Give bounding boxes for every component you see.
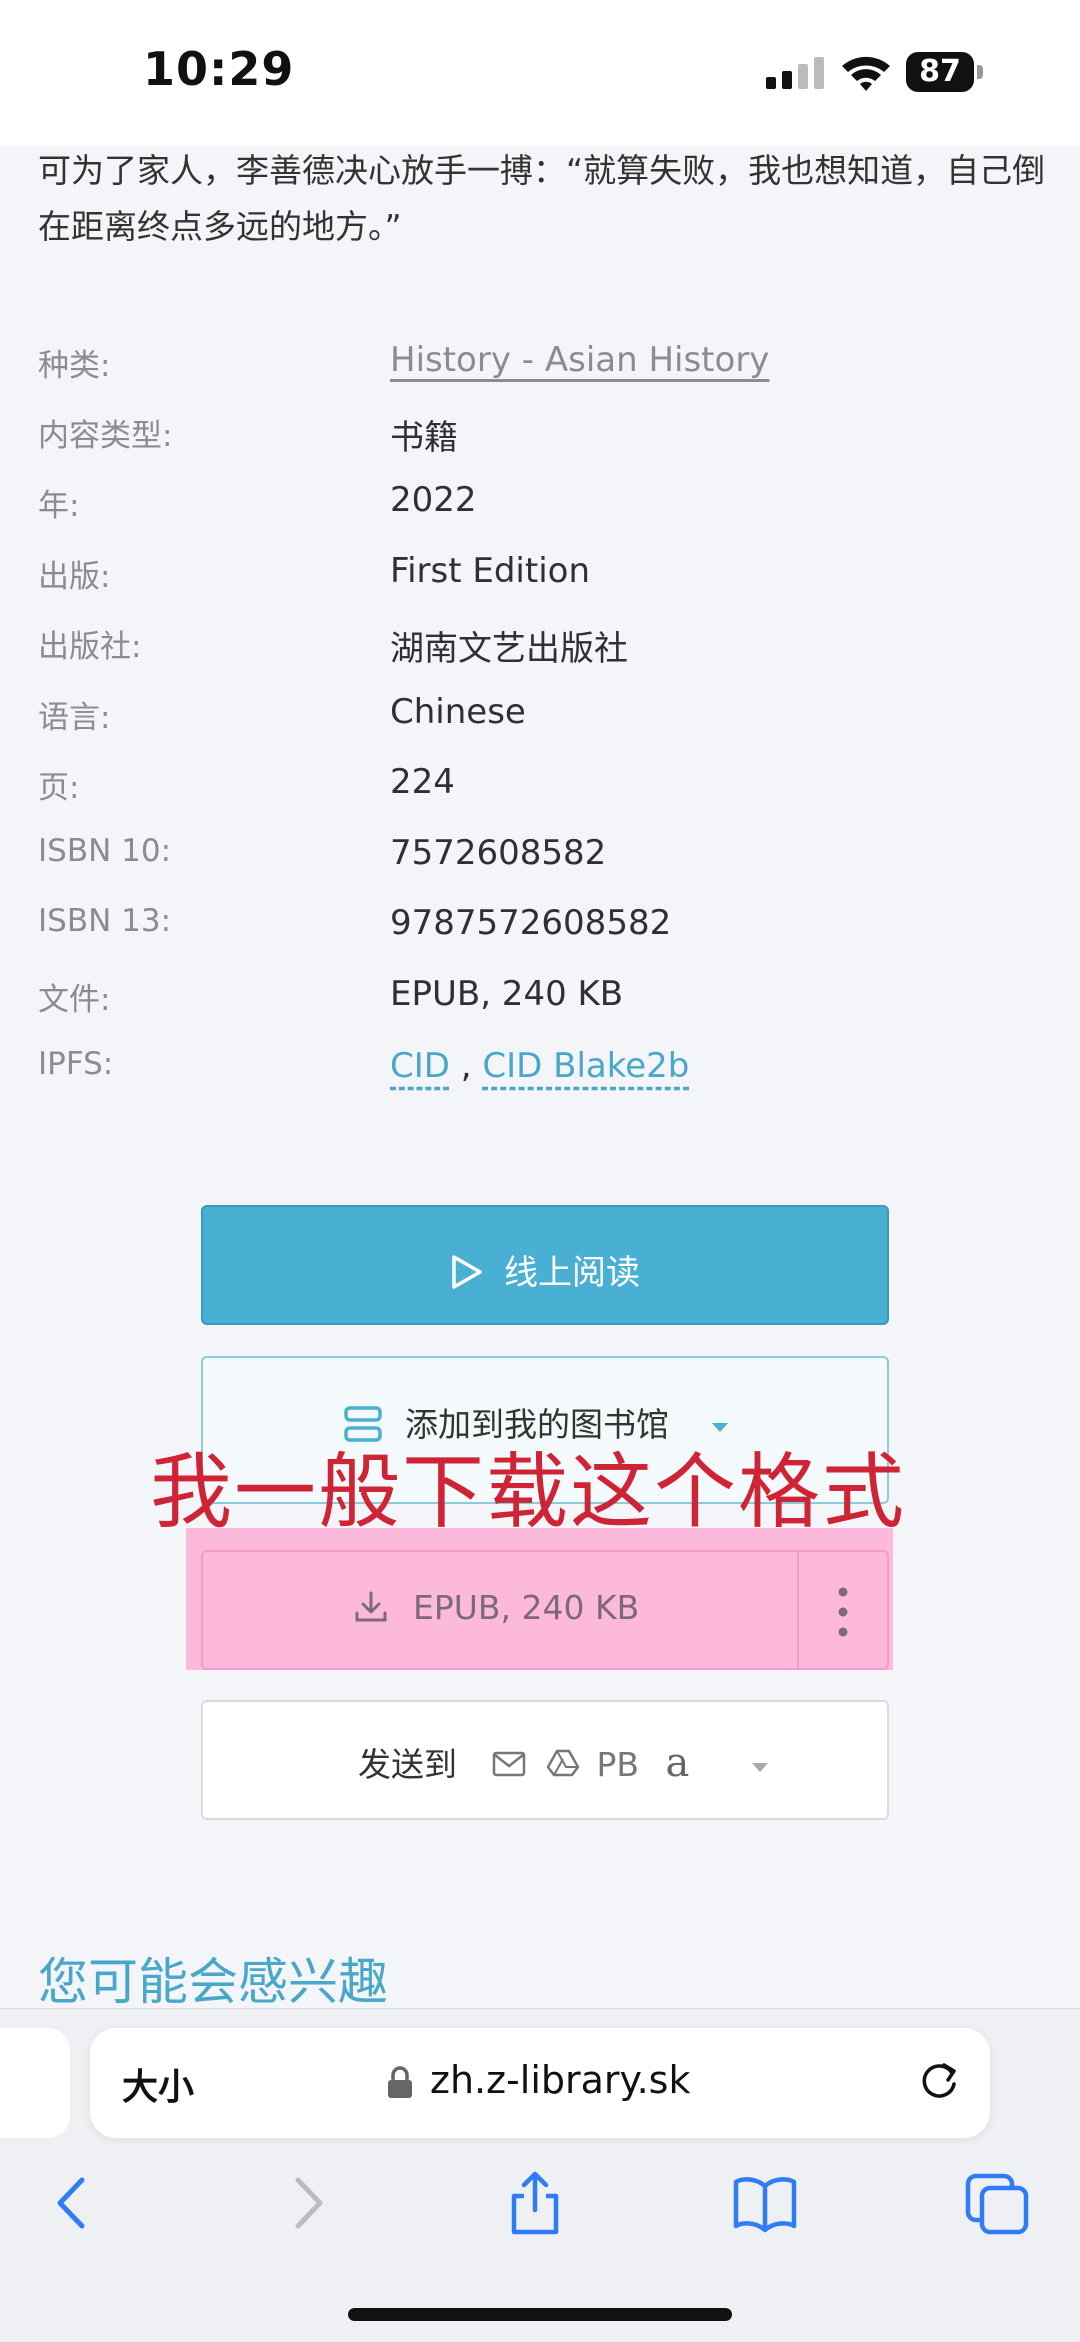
detail-value: 9787572608582 (390, 903, 672, 943)
detail-label: 种类: (38, 348, 111, 384)
send-to-content: 发送到 PB a (358, 1738, 770, 1786)
more-options-icon[interactable] (833, 1582, 853, 1642)
home-indicator (348, 2308, 732, 2321)
download-content: EPUB, 240 KB (353, 1588, 639, 1627)
download-icon (355, 1591, 387, 1622)
detail-value: 7572608582 (390, 833, 607, 873)
detail-row-file: 文件: EPUB, 240 KB (38, 974, 1048, 1034)
detail-label: ISBN 13: (38, 903, 172, 939)
url-text[interactable]: zh.z-library.sk (430, 2058, 691, 2102)
forward-icon[interactable] (272, 2170, 342, 2236)
address-bar[interactable]: 大小 zh.z-library.sk (90, 2028, 990, 2138)
detail-label: 年: (38, 488, 80, 524)
email-icon (492, 1751, 525, 1777)
book-description: 可为了家人，李善德决心放手一搏：“就算失败，我也想知道，自己倒在距离终点多远的地… (38, 151, 1046, 246)
detail-label: 语言: (38, 700, 111, 736)
detail-row-language: 语言: Chinese (38, 692, 1048, 752)
detail-row-category: 种类: History - Asian History (38, 340, 1048, 400)
cellular-signal-icon (766, 57, 824, 89)
google-drive-icon (546, 1749, 580, 1777)
status-bar: 10:29 87 (0, 0, 1080, 146)
detail-row-pages: 页: 224 (38, 762, 1048, 822)
battery-cap (977, 65, 983, 79)
cid-blake2b-link[interactable]: CID Blake2b (482, 1046, 689, 1086)
amazon-kindle-icon: a (665, 1740, 690, 1786)
bookmarks-icon[interactable] (730, 2170, 800, 2236)
detail-value: 2022 (390, 480, 477, 520)
chevron-down-icon (751, 1763, 768, 1772)
category-link[interactable]: History - Asian History (390, 340, 769, 380)
read-online-label: 线上阅读 (504, 1253, 640, 1293)
detail-row-isbn13: ISBN 13: 9787572608582 (38, 903, 1048, 963)
previous-tab-preview[interactable] (0, 2028, 70, 2138)
detail-value: EPUB, 240 KB (390, 974, 624, 1014)
detail-label: ISBN 10: (38, 833, 172, 869)
send-to-button[interactable]: 发送到 PB a (201, 1700, 889, 1820)
detail-label: 内容类型: (38, 418, 173, 454)
detail-label: IPFS: (38, 1046, 114, 1082)
lock-icon (388, 2066, 412, 2098)
send-to-label: 发送到 (358, 1745, 457, 1784)
link-separator: , (449, 1046, 483, 1086)
read-online-content: 线上阅读 (203, 1245, 887, 1294)
section-title: 您可能会感兴趣 (38, 1953, 388, 2011)
ipfs-links: CID , CID Blake2b (390, 1046, 689, 1086)
detail-label: 出版社: (38, 629, 142, 665)
detail-value: Chinese (390, 692, 526, 732)
detail-label: 页: (38, 770, 80, 806)
detail-row-isbn10: ISBN 10: 7572608582 (38, 833, 1048, 893)
detail-value: 湖南文艺出版社 (390, 629, 628, 669)
detail-row-edition: 出版: First Edition (38, 551, 1048, 611)
share-icon[interactable] (500, 2170, 570, 2236)
text-size-button[interactable]: 大小 (122, 2058, 194, 2110)
detail-row-year: 年: 2022 (38, 480, 1048, 540)
detail-row-content-type: 内容类型: 书籍 (38, 410, 1048, 470)
wifi-icon (842, 56, 890, 91)
battery-icon: 87 (906, 52, 984, 92)
detail-value: 224 (390, 762, 455, 802)
reload-icon[interactable] (914, 2056, 964, 2106)
detail-label: 文件: (38, 982, 111, 1018)
divider (797, 1552, 799, 1668)
back-icon[interactable] (38, 2170, 108, 2236)
status-time: 10:29 (143, 42, 295, 96)
battery-level: 87 (906, 52, 974, 92)
tabs-icon[interactable] (962, 2170, 1032, 2236)
pocketbook-label: PB (596, 1745, 640, 1784)
detail-row-publisher: 出版社: 湖南文艺出版社 (38, 621, 1048, 681)
detail-row-ipfs: IPFS: CID , CID Blake2b (38, 1046, 1048, 1106)
annotation-text: 我一般下载这个格式 (150, 1445, 907, 1540)
detail-value: First Edition (390, 551, 590, 591)
play-icon (452, 1255, 482, 1289)
detail-value: 书籍 (390, 418, 458, 458)
download-epub-button[interactable]: EPUB, 240 KB (201, 1550, 889, 1670)
download-label: EPUB, 240 KB (413, 1588, 640, 1627)
read-online-button[interactable]: 线上阅读 (201, 1205, 889, 1325)
detail-label: 出版: (38, 559, 111, 595)
cid-link[interactable]: CID (390, 1046, 450, 1086)
